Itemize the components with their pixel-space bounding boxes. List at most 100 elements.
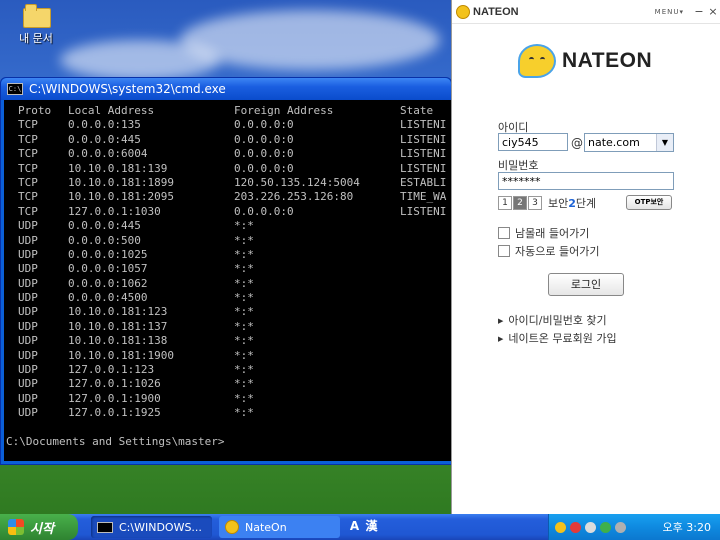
cell-foreign-address: *:*	[234, 319, 254, 333]
cell-local-address: 10.10.0.181:1900	[68, 348, 174, 362]
smiley-logo-icon	[518, 44, 556, 78]
speaker-tray-icon[interactable]	[585, 521, 596, 533]
start-button[interactable]: 시작	[0, 514, 78, 540]
security-level-1[interactable]: 1	[498, 196, 512, 210]
logo-text: NATEON	[562, 49, 653, 72]
auto-login-checkbox[interactable]: 자동으로 들어가기	[498, 243, 599, 259]
cell-proto: UDP	[18, 391, 38, 405]
domain-value: nate.com	[588, 136, 640, 149]
network-tray-icon[interactable]	[600, 521, 611, 533]
taskbar-item-cmd-label: C:\WINDOWS...	[119, 520, 202, 534]
cell-local-address: 0.0.0.0:4500	[68, 291, 148, 305]
cell-foreign-address: *:*	[234, 247, 254, 261]
cell-foreign-address: *:*	[234, 391, 254, 405]
otp-button[interactable]: OTP보안	[626, 195, 672, 210]
cell-proto: UDP	[18, 219, 38, 233]
ime-hanja-mode[interactable]: 漢	[363, 517, 380, 534]
cell-local-address: 10.10.0.181:2095	[68, 190, 174, 204]
cell-local-address: 127.0.0.1:123	[68, 363, 155, 377]
cell-local-address: 10.10.0.181:1899	[68, 175, 174, 189]
my-documents-icon[interactable]: 내 문서	[10, 4, 62, 46]
cmd-title-bar[interactable]: C:\ C:\WINDOWS\system32\cmd.exe	[1, 78, 451, 100]
cell-local-address: 127.0.0.1:1925	[68, 406, 161, 420]
cmd-console[interactable]: Proto Local Address Foreign Address Stat…	[4, 100, 451, 461]
security-level: 1 2 3 보안 2 단계	[498, 195, 596, 211]
ime-indicator[interactable]: A 漢	[346, 517, 380, 534]
nateon-logo-icon	[456, 4, 470, 19]
col-local-address: Local Address	[68, 104, 155, 117]
stealth-login-checkbox[interactable]: 남몰래 들어가기	[498, 225, 589, 241]
chevron-down-icon[interactable]: ▼	[656, 134, 673, 151]
cell-proto: UDP	[18, 363, 38, 377]
checkbox-box[interactable]	[498, 245, 510, 257]
taskbar-item-cmd[interactable]: C:\WINDOWS...	[91, 516, 212, 538]
col-state: State	[400, 104, 434, 117]
table-row: UDP 0.0.0.0:4500 *:*	[6, 291, 451, 305]
taskbar-item-nateon[interactable]: NateOn	[219, 516, 340, 538]
cell-local-address: 0.0.0.0:445	[68, 132, 141, 146]
cell-foreign-address: *:*	[234, 219, 254, 233]
menu-button[interactable]: MENU▾	[655, 8, 684, 16]
cmd-icon	[97, 521, 113, 533]
table-row: UDP 10.10.0.181:137 *:*	[6, 320, 451, 334]
cell-state: LISTENI	[400, 161, 447, 175]
table-row: TCP 10.10.0.181:2095 203.226.253.126:80 TIM…	[6, 190, 451, 204]
nateon-title-bar[interactable]: NATEON MENU▾ − ×	[452, 0, 720, 24]
cell-state: LISTENI	[400, 147, 447, 161]
table-row: UDP 10.10.0.181:1900 *:*	[6, 349, 451, 363]
cell-local-address: 127.0.0.1:1026	[68, 377, 161, 391]
ime-english-mode[interactable]: A	[346, 519, 363, 533]
cell-proto: TCP	[18, 175, 38, 189]
cell-proto: UDP	[18, 334, 38, 348]
netstat-header: Proto Local Address Foreign Address Stat…	[6, 104, 451, 118]
cmd-icon: C:\	[7, 83, 23, 95]
cell-foreign-address: *:*	[234, 348, 254, 362]
login-button[interactable]: 로그인	[548, 273, 624, 296]
table-row: TCP 10.10.0.181:1899 120.50.135.124:5004 ES…	[6, 176, 451, 190]
password-input[interactable]: *******	[498, 172, 674, 190]
table-row: UDP 127.0.0.1:1900 *:*	[6, 392, 451, 406]
cell-local-address: 0.0.0.0:1025	[68, 247, 148, 261]
taskbar: 시작 C:\WINDOWS... NateOn A 漢 오후 3:20	[0, 514, 720, 540]
cell-state: LISTENI	[400, 204, 447, 218]
display-tray-icon[interactable]	[615, 521, 626, 533]
system-tray: 오후 3:20	[548, 514, 720, 540]
table-row: UDP 127.0.0.1:123 *:*	[6, 363, 451, 377]
table-row: UDP 0.0.0.0:445 *:*	[6, 219, 451, 233]
at-sign: @	[571, 136, 583, 150]
clock: 오후 3:20	[662, 521, 711, 534]
signup-link[interactable]: 네이트온 무료회원 가입	[498, 330, 616, 346]
cell-proto: UDP	[18, 233, 38, 247]
cell-foreign-address: *:*	[234, 233, 254, 247]
nateon-tray-icon[interactable]	[555, 521, 566, 533]
cell-foreign-address: *:*	[234, 377, 254, 391]
nateon-window[interactable]: NATEON MENU▾ − × NATEON 아이디 ciy545 @ nat…	[451, 0, 720, 514]
minimize-button[interactable]: −	[692, 5, 706, 18]
find-account-link[interactable]: 아이디/비밀번호 찾기	[498, 312, 606, 328]
table-row: TCP 0.0.0.0:135 0.0.0.0:0 LISTENI	[6, 118, 451, 132]
cell-proto: TCP	[18, 147, 38, 161]
stealth-login-label: 남몰래 들어가기	[515, 227, 590, 240]
cell-proto: UDP	[18, 348, 38, 362]
cell-state: ESTABLI	[400, 175, 447, 189]
command-prompt[interactable]: C:\Documents and Settings\master>	[6, 435, 451, 449]
close-button[interactable]: ×	[706, 5, 720, 18]
cell-local-address: 127.0.0.1:1030	[68, 204, 161, 218]
table-row: UDP 0.0.0.0:1057 *:*	[6, 262, 451, 276]
table-row: UDP 10.10.0.181:123 *:*	[6, 305, 451, 319]
cell-foreign-address: 0.0.0.0:0	[234, 118, 294, 132]
security-text-suffix: 단계	[575, 197, 597, 210]
col-foreign-address: Foreign Address	[234, 104, 334, 117]
id-input[interactable]: ciy545	[498, 133, 568, 151]
cmd-window[interactable]: C:\ C:\WINDOWS\system32\cmd.exe Proto Lo…	[0, 77, 452, 465]
desktop-icon-label: 내 문서	[19, 32, 53, 45]
security-level-2[interactable]: 2	[513, 196, 527, 210]
cell-proto: UDP	[18, 247, 38, 261]
cell-proto: TCP	[18, 118, 38, 132]
domain-select[interactable]: nate.com ▼	[584, 133, 674, 152]
table-row: TCP 0.0.0.0:6004 0.0.0.0:0 LISTENI	[6, 147, 451, 161]
checkbox-box[interactable]	[498, 227, 510, 239]
security-level-3[interactable]: 3	[528, 196, 542, 210]
cell-proto: TCP	[18, 132, 38, 146]
security-tray-icon[interactable]	[570, 521, 581, 533]
